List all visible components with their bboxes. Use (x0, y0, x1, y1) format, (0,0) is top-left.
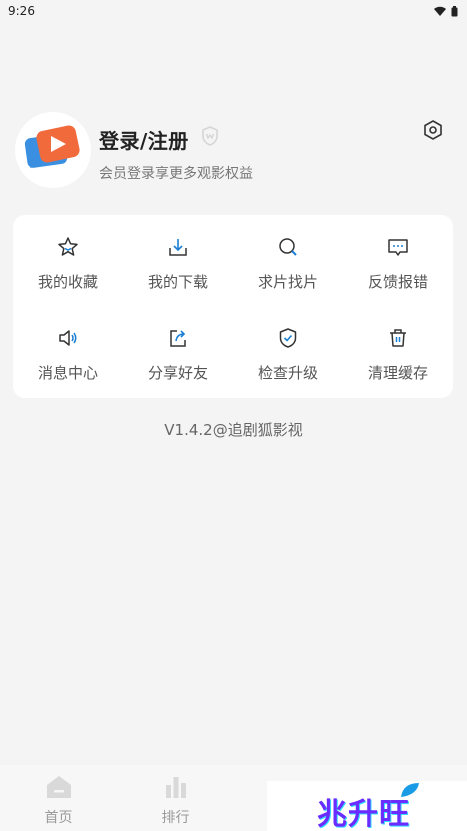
menu-item-share[interactable]: 分享好友 (123, 306, 233, 397)
menu-item-label: 检查升级 (257, 364, 318, 382)
nav-label: 首页 (44, 810, 73, 826)
menu-item-clear-cache[interactable]: 清理缓存 (343, 306, 453, 397)
nav-item-home[interactable]: 首页 (0, 765, 117, 831)
menu-item-feedback[interactable]: 反馈报错 (343, 215, 453, 306)
menu-item-label: 我的收藏 (37, 273, 98, 291)
menu-item-label: 消息中心 (37, 364, 98, 382)
menu-item-label: 我的下载 (147, 273, 208, 291)
profile-header[interactable]: 登录/注册 会员登录享更多观影权益 (15, 112, 455, 190)
speaker-icon (56, 326, 80, 350)
settings-gear-icon[interactable] (422, 119, 444, 145)
nav-item-rank[interactable]: 排行 (117, 765, 234, 831)
status-bar: 9:26 (0, 0, 467, 22)
search-icon (276, 235, 300, 259)
status-time: 9:26 (8, 4, 35, 18)
battery-icon (451, 5, 458, 17)
menu-item-label: 求片找片 (257, 273, 318, 291)
watermark-text: 兆升旺 (317, 797, 410, 831)
home-icon (46, 775, 72, 803)
app-logo-icon (24, 125, 80, 168)
menu-item-downloads[interactable]: 我的下载 (123, 215, 233, 306)
login-register-title[interactable]: 登录/注册 (99, 125, 189, 154)
version-text: V1.4.2@追剧狐影视 (164, 421, 303, 439)
nav-label: 排行 (161, 810, 190, 826)
status-icons (434, 5, 458, 17)
login-subtitle: 会员登录享更多观影权益 (99, 166, 253, 182)
menu-item-messages[interactable]: 消息中心 (13, 306, 123, 397)
trash-icon (386, 326, 410, 350)
avatar[interactable] (15, 112, 91, 188)
star-icon (56, 235, 80, 259)
menu-item-label: 清理缓存 (367, 364, 428, 382)
download-icon (166, 235, 190, 259)
menu-item-update[interactable]: 检查升级 (233, 306, 343, 397)
menu-item-favorites[interactable]: 我的收藏 (13, 215, 123, 306)
shield-check-icon (276, 326, 300, 350)
watermark: 兆升旺 (267, 781, 467, 831)
vip-badge-icon (199, 125, 221, 151)
leaf-icon (399, 781, 421, 803)
wifi-icon (434, 6, 446, 16)
share-icon (166, 326, 190, 350)
feature-card: 我的收藏 我的下载 求片找片 反馈报错 消息中心 分享好友 检查升级 清理缓存 (13, 215, 453, 398)
menu-item-label: 反馈报错 (367, 273, 428, 291)
menu-item-label: 分享好友 (147, 364, 208, 382)
rank-icon (163, 775, 189, 803)
menu-item-request[interactable]: 求片找片 (233, 215, 343, 306)
feedback-icon (386, 235, 410, 259)
